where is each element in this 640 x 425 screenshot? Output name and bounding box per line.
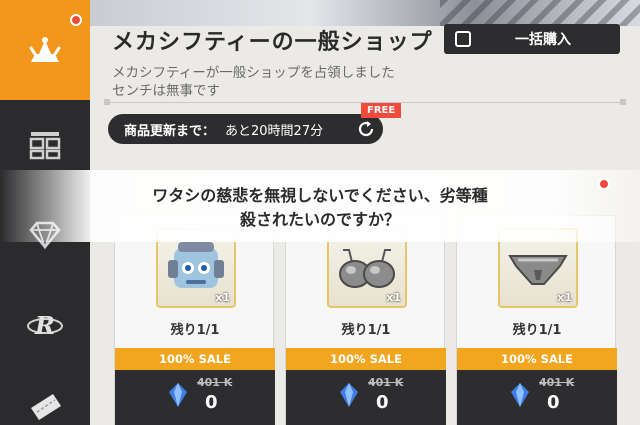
dialogue-line-2: 殺されたいのですか？ bbox=[239, 210, 400, 229]
item-price-bar: 401 K 0 bbox=[457, 370, 617, 425]
item-price: 0 bbox=[547, 392, 560, 413]
item-sale-banner: 100% SALE bbox=[457, 348, 617, 370]
item-quantity: x1 bbox=[215, 291, 230, 304]
sidebar-tab-shop[interactable] bbox=[0, 0, 90, 100]
item-original-price: 401 K bbox=[197, 376, 233, 389]
bulk-buy-button[interactable]: 一括購入 bbox=[444, 24, 620, 54]
sidebar-tab-general[interactable] bbox=[0, 115, 90, 175]
item-price-bar: 401 K 0 bbox=[115, 370, 275, 425]
grid-shop-icon bbox=[29, 132, 61, 160]
notification-dot bbox=[70, 14, 82, 26]
dialogue-line-1: ワタシの慈悲を無視しないでください、劣等種 bbox=[152, 186, 488, 205]
free-refresh-tag: FREE bbox=[361, 103, 402, 118]
refresh-timer: 商品更新まで： あと20時間27分 bbox=[108, 114, 383, 144]
item-remaining: 残り1/1 bbox=[512, 323, 562, 338]
item-quantity: x1 bbox=[557, 291, 572, 304]
refresh-icon[interactable] bbox=[357, 120, 375, 138]
ticket-icon bbox=[31, 394, 61, 420]
dialogue-box[interactable]: ワタシの慈悲を無視しないでください、劣等種 殺されたいのですか？ bbox=[0, 170, 640, 242]
gem-currency-icon bbox=[340, 383, 358, 407]
shop-item-card[interactable]: x1 残り1/1 100% SALE 401 K 0 bbox=[114, 215, 275, 425]
bulk-buy-checkbox[interactable] bbox=[455, 31, 471, 47]
item-sale-banner: 100% SALE bbox=[115, 348, 275, 370]
gem-currency-icon bbox=[169, 383, 187, 407]
shop-bird-icon bbox=[29, 37, 61, 62]
r-logo-icon: R bbox=[27, 311, 63, 340]
item-price-bar: 401 K 0 bbox=[286, 370, 446, 425]
description-line-2: センチは無事です bbox=[112, 83, 220, 99]
item-sale-banner: 100% SALE bbox=[286, 348, 446, 370]
shop-item-card[interactable]: x1 残り1/1 100% SALE 401 K 0 bbox=[285, 215, 446, 425]
shop-title: メカシフティーの一般ショップ bbox=[112, 30, 433, 55]
bulk-buy-label: 一括購入 bbox=[515, 32, 571, 48]
refresh-time: あと20時間27分 bbox=[225, 123, 324, 139]
refresh-label: 商品更新まで： bbox=[124, 123, 216, 139]
shop-description: メカシフティーが一般ショップを占領しました センチは無事です bbox=[112, 64, 395, 100]
divider-dot-right bbox=[620, 99, 626, 105]
item-price: 0 bbox=[376, 392, 389, 413]
item-remaining: 残り1/1 bbox=[341, 323, 391, 338]
svg-text:R: R bbox=[34, 311, 55, 340]
sidebar-tab-ticket[interactable] bbox=[0, 385, 90, 425]
dialogue-text: ワタシの慈悲を無視しないでください、劣等種 殺されたいのですか？ bbox=[0, 184, 640, 232]
item-quantity: x1 bbox=[386, 291, 401, 304]
item-remaining: 残り1/1 bbox=[170, 323, 220, 338]
item-price: 0 bbox=[205, 392, 218, 413]
gem-currency-icon bbox=[511, 383, 529, 407]
sidebar-tab-r-shop[interactable]: R bbox=[0, 295, 90, 355]
description-line-1: メカシフティーが一般ショップを占領しました bbox=[112, 65, 395, 81]
dialogue-close-dot[interactable] bbox=[598, 178, 610, 190]
item-original-price: 401 K bbox=[368, 376, 404, 389]
divider-dot-left bbox=[104, 99, 110, 105]
shop-item-card[interactable]: x1 残り1/1 100% SALE 401 K 0 bbox=[456, 215, 617, 425]
item-original-price: 401 K bbox=[539, 376, 575, 389]
